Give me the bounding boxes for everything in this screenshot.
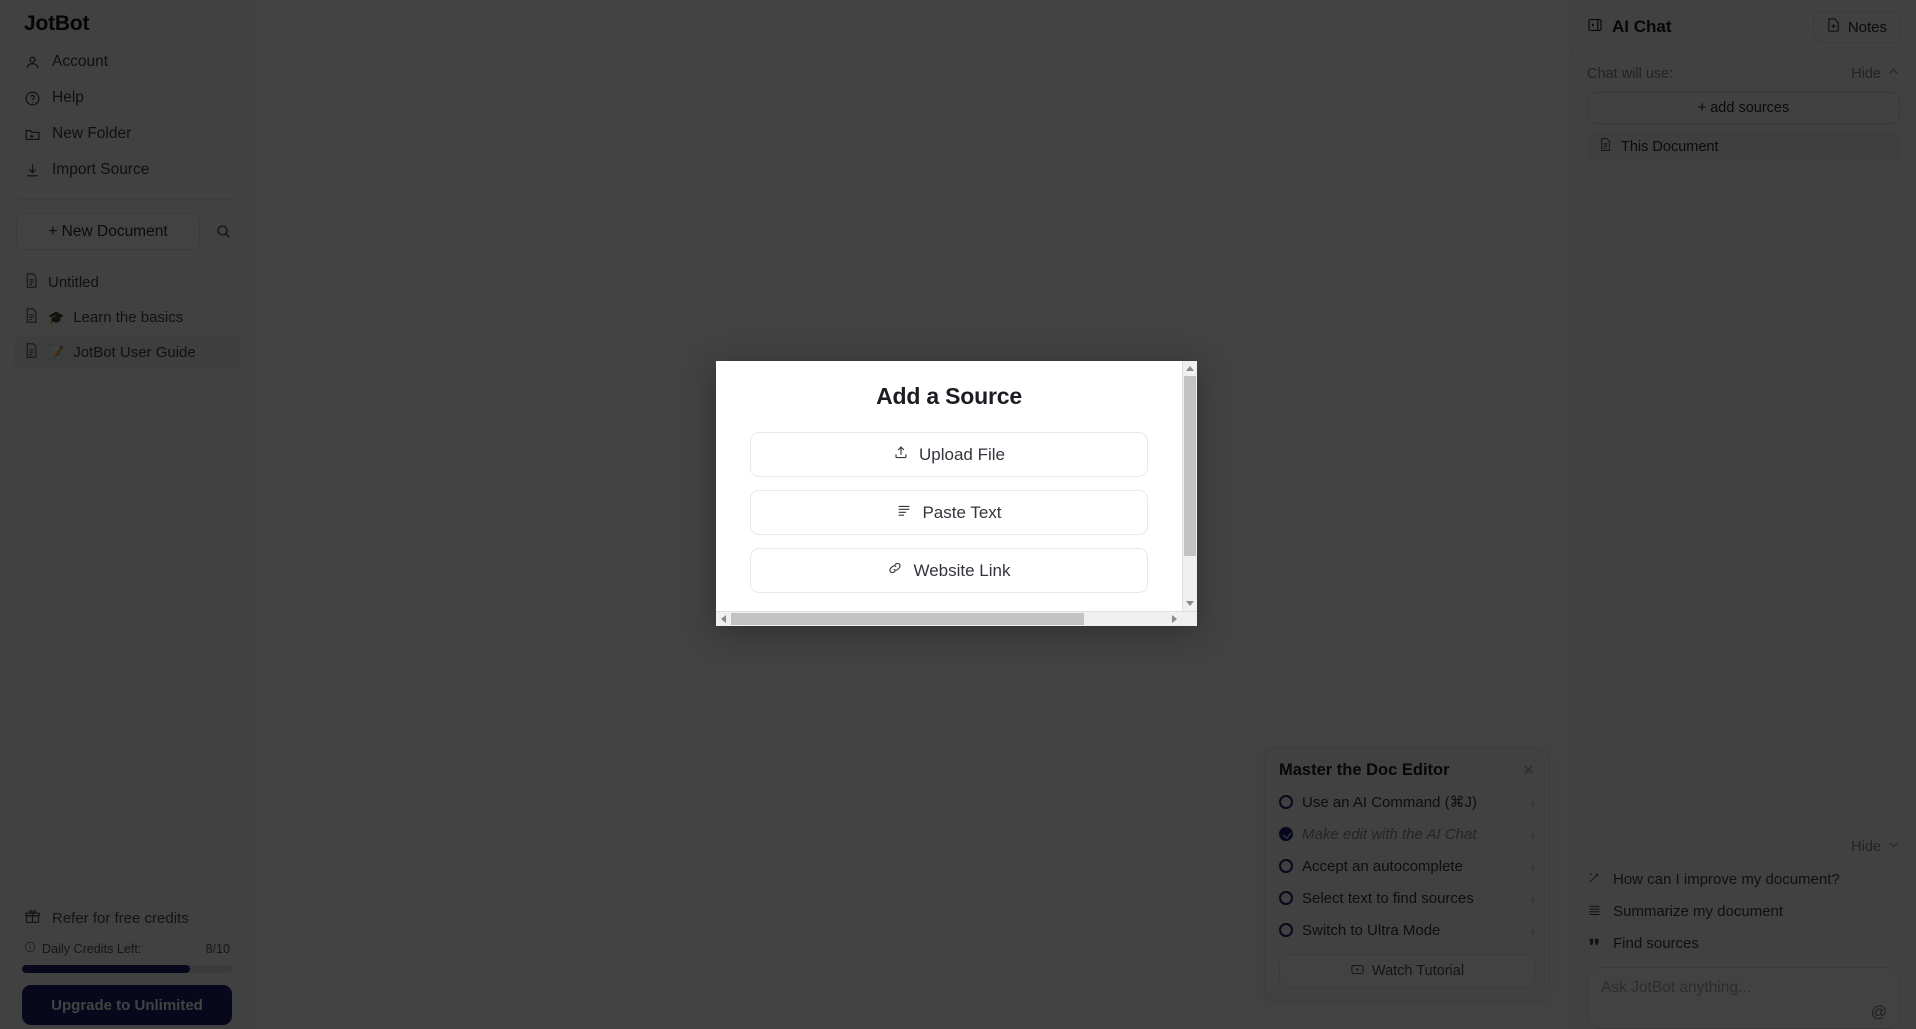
scrollbar-corner <box>1182 612 1197 626</box>
app-root: JotBot Account Help New Folder <box>0 0 1916 1029</box>
upload-file-label: Upload File <box>919 444 1005 464</box>
scroll-right-arrow[interactable] <box>1167 612 1182 626</box>
modal-horizontal-scrollbar[interactable] <box>716 611 1197 626</box>
scroll-up-arrow[interactable] <box>1183 361 1197 376</box>
upload-file-button[interactable]: Upload File <box>750 432 1148 477</box>
paste-text-label: Paste Text <box>922 502 1002 522</box>
link-icon <box>887 560 903 581</box>
website-link-label: Website Link <box>913 560 1011 580</box>
modal-inner: Add a Source Upload File Paste Text Webs… <box>716 361 1197 611</box>
upload-icon <box>893 444 909 465</box>
horizontal-scroll-thumb[interactable] <box>731 613 1085 625</box>
modal-title: Add a Source <box>876 383 1022 409</box>
website-link-button[interactable]: Website Link <box>750 548 1148 593</box>
scroll-down-arrow[interactable] <box>1183 596 1197 611</box>
add-a-source-modal: Add a Source Upload File Paste Text Webs… <box>716 361 1197 626</box>
paste-text-button[interactable]: Paste Text <box>750 490 1148 535</box>
scroll-left-arrow[interactable] <box>716 612 731 626</box>
horizontal-scroll-track[interactable] <box>731 612 1167 626</box>
modal-vertical-scrollbar[interactable] <box>1182 361 1197 611</box>
modal-content: Add a Source Upload File Paste Text Webs… <box>716 361 1182 611</box>
text-lines-icon <box>896 502 912 523</box>
vertical-scroll-track[interactable] <box>1183 376 1197 596</box>
vertical-scroll-thumb[interactable] <box>1184 376 1196 557</box>
